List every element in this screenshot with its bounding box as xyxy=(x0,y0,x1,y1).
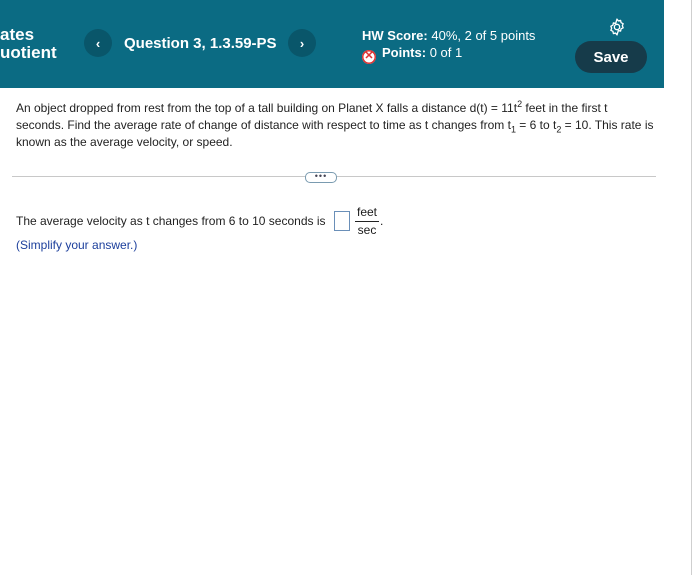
simplify-hint: (Simplify your answer.) xyxy=(16,238,138,252)
hw-score-value: 40%, 2 of 5 points xyxy=(431,28,536,43)
chevron-right-icon: › xyxy=(299,35,305,51)
score-panel: HW Score: 40%, 2 of 5 points ✕ Points: 0 … xyxy=(362,27,535,64)
assignment-title: ates uotient xyxy=(0,26,57,62)
question-title: Question 3, 1.3.59-PS xyxy=(124,35,277,52)
unit-fraction: feet sec xyxy=(355,205,379,238)
answer-input[interactable] xyxy=(334,211,350,231)
problem-text-part1: An object dropped from rest from the top… xyxy=(16,101,518,115)
save-button[interactable]: Save xyxy=(575,41,647,73)
problem-statement: An object dropped from rest from the top… xyxy=(16,100,656,151)
previous-question-button[interactable]: ‹ xyxy=(84,29,112,57)
answer-prompt: The average velocity as t changes from 6… xyxy=(16,214,326,228)
top-header: ates uotient ‹ Question 3, 1.3.59-PS › H… xyxy=(0,0,664,88)
problem-text-part3: = 6 to t xyxy=(515,118,557,132)
unit-numerator: feet xyxy=(356,205,377,219)
gear-icon[interactable] xyxy=(607,17,627,37)
fraction-bar xyxy=(355,221,379,222)
points-value: 0 of 1 xyxy=(429,45,463,60)
chevron-left-icon: ‹ xyxy=(95,35,101,51)
points: ✕ Points: 0 of 1 xyxy=(362,44,535,64)
assignment-title-line1: ates xyxy=(0,25,35,44)
x-circle-icon: ✕ xyxy=(362,49,376,64)
points-label: Points: xyxy=(382,45,427,60)
answer-period: . xyxy=(380,214,384,228)
assignment-title-line2: uotient xyxy=(0,43,57,62)
next-question-button[interactable]: › xyxy=(288,29,316,57)
unit-denominator: sec xyxy=(357,223,377,237)
hw-score: HW Score: 40%, 2 of 5 points xyxy=(362,27,535,44)
hw-score-label: HW Score: xyxy=(362,28,428,43)
scrollbar-track xyxy=(691,0,692,575)
expand-button[interactable]: ••• xyxy=(305,172,337,183)
